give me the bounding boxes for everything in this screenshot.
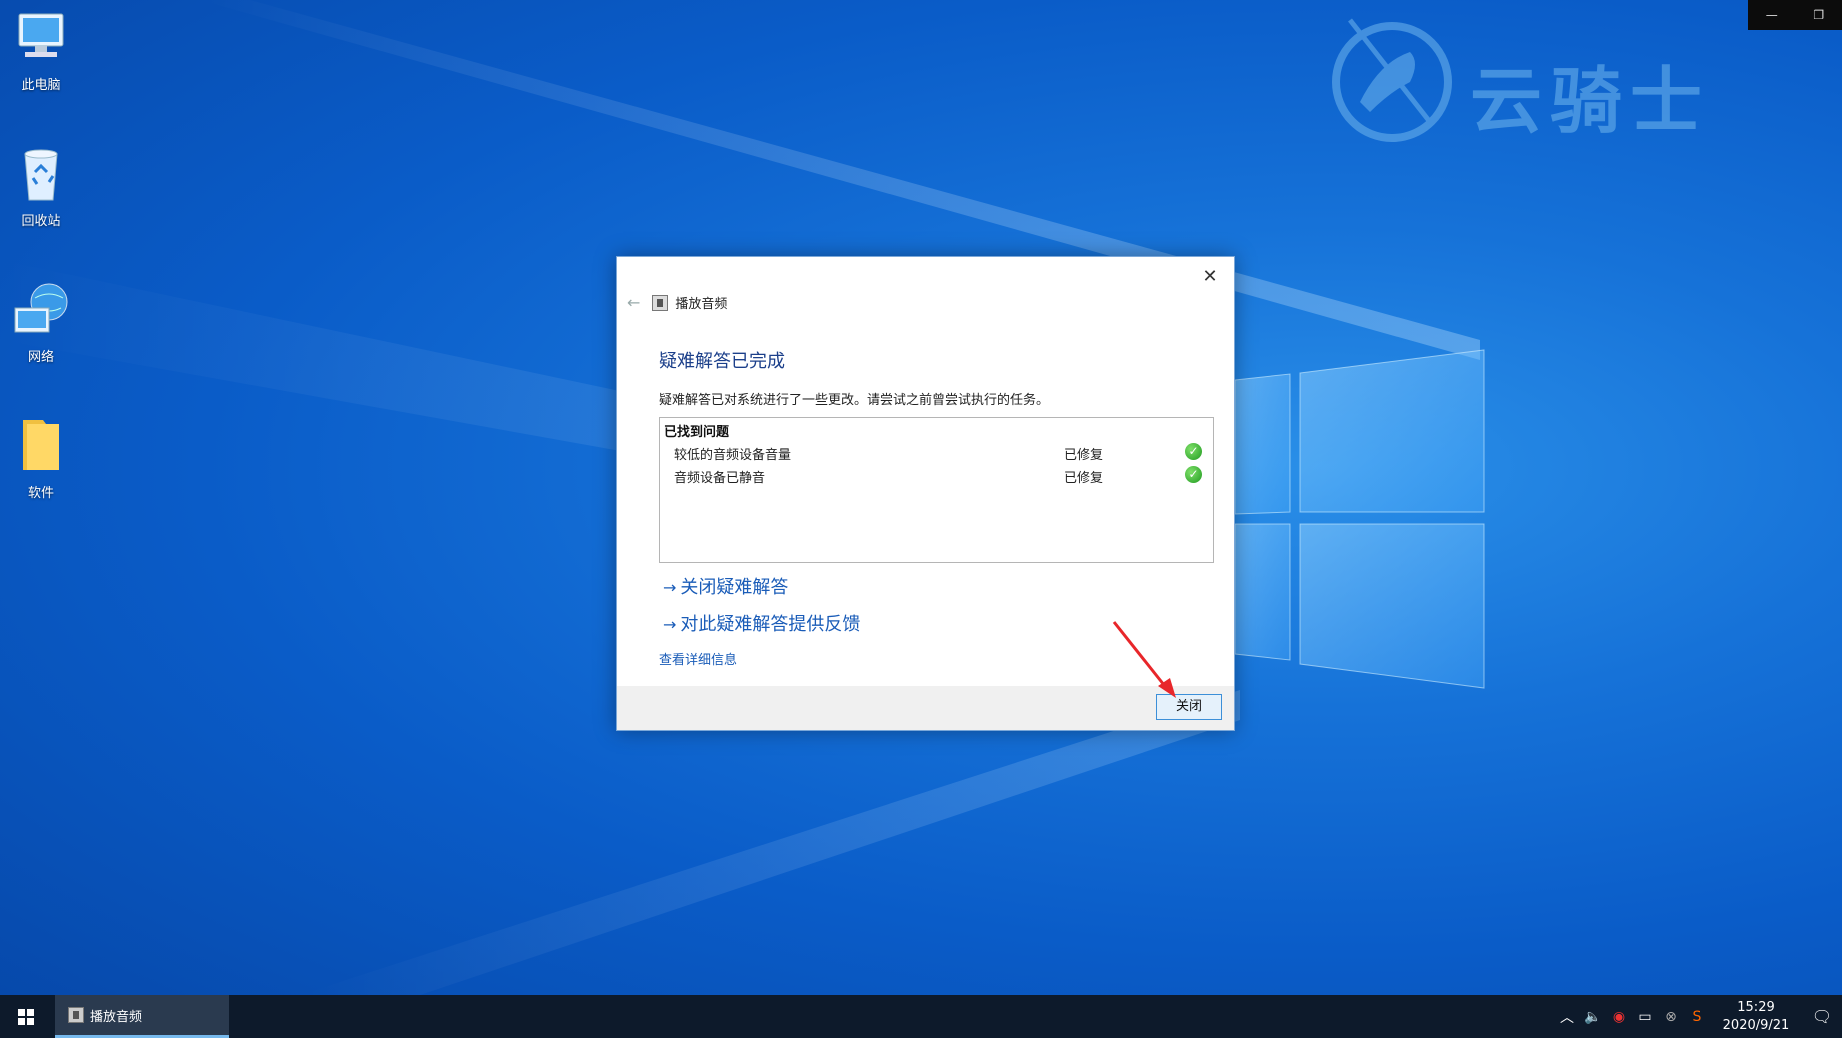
issue-status: 已修复 bbox=[1064, 448, 1104, 463]
start-button[interactable] bbox=[0, 995, 52, 1038]
desktop-icon-label: 此电脑 bbox=[21, 78, 61, 93]
network-tray-icon[interactable]: ▭ bbox=[1632, 1009, 1658, 1025]
clock[interactable]: 15:29 2020/9/21 bbox=[1710, 999, 1802, 1035]
computer-icon bbox=[9, 6, 73, 70]
chevron-up-icon[interactable]: ︿ bbox=[1554, 1007, 1580, 1027]
arrow-right-icon: → bbox=[663, 615, 677, 634]
desktop-icon-label: 软件 bbox=[27, 486, 54, 501]
issue-row: 音频设备已静音 已修复 ✓ bbox=[674, 465, 1204, 487]
speaker-icon[interactable]: 🔈 bbox=[1580, 1009, 1606, 1025]
view-details-link[interactable]: 查看详细信息 bbox=[659, 649, 737, 668]
cancel-circle-icon[interactable]: ⊗ bbox=[1658, 1009, 1684, 1025]
notification-icon[interactable]: 🗨 bbox=[1802, 1007, 1842, 1026]
desktop-icon-label: 网络 bbox=[27, 350, 54, 365]
record-icon[interactable]: ◉ bbox=[1606, 1009, 1632, 1025]
dialog-close-icon[interactable]: ✕ bbox=[1196, 263, 1224, 291]
close-troubleshooter-label: 关闭疑难解答 bbox=[680, 577, 789, 598]
taskbar-app-label: 播放音频 bbox=[90, 1009, 143, 1025]
watermark-logo: 云骑士 bbox=[1330, 12, 1750, 152]
back-arrow-icon[interactable]: ← bbox=[627, 293, 640, 312]
check-icon: ✓ bbox=[1185, 466, 1202, 483]
desktop-icon-recycle-bin[interactable]: 回收站 bbox=[4, 142, 78, 229]
network-icon bbox=[9, 278, 73, 342]
arrow-right-icon: → bbox=[663, 578, 677, 597]
taskbar-app-audio[interactable]: 播放音频 bbox=[55, 995, 229, 1038]
restore-icon[interactable]: ❐ bbox=[1813, 8, 1824, 22]
issue-row: 较低的音频设备音量 已修复 ✓ bbox=[674, 442, 1204, 464]
dialog-nav: ← 播放音频 bbox=[627, 293, 727, 312]
close-troubleshooter-link[interactable]: → 关闭疑难解答 bbox=[663, 573, 788, 599]
watermark-text: 云骑士 bbox=[1470, 58, 1711, 143]
windows-logo-icon bbox=[18, 1008, 34, 1025]
dialog-app-name: 播放音频 bbox=[675, 297, 728, 312]
dialog-footer: 关闭 bbox=[617, 686, 1234, 730]
knight-emblem-icon bbox=[1332, 18, 1452, 142]
issues-list: 已找到问题 较低的音频设备音量 已修复 ✓ 音频设备已静音 已修复 ✓ bbox=[659, 417, 1214, 563]
dialog-title: 疑难解答已完成 bbox=[659, 351, 785, 372]
desktop-icon-network[interactable]: 网络 bbox=[4, 278, 78, 365]
feedback-link[interactable]: → 对此疑难解答提供反馈 bbox=[663, 610, 860, 636]
system-tray: ︿ 🔈 ◉ ▭ ⊗ S 15:29 2020/9/21 🗨 bbox=[1554, 995, 1842, 1038]
desktop-icon-software-folder[interactable]: 软件 bbox=[4, 414, 78, 501]
issue-status: 已修复 bbox=[1064, 471, 1104, 486]
audio-app-icon bbox=[68, 1007, 84, 1023]
minimize-icon[interactable]: — bbox=[1766, 8, 1778, 22]
troubleshooter-dialog: ✕ ← 播放音频 疑难解答已完成 疑难解答已对系统进行了一些更改。请尝试之前曾尝… bbox=[616, 256, 1235, 731]
check-icon: ✓ bbox=[1185, 443, 1202, 460]
close-button[interactable]: 关闭 bbox=[1156, 694, 1222, 720]
overlay-window-controls: — ❐ bbox=[1748, 0, 1842, 30]
folder-icon bbox=[9, 414, 73, 478]
input-method-icon[interactable]: S bbox=[1684, 1009, 1710, 1025]
feedback-label: 对此疑难解答提供反馈 bbox=[680, 614, 861, 635]
dialog-description: 疑难解答已对系统进行了一些更改。请尝试之前曾尝试执行的任务。 bbox=[659, 393, 1050, 408]
desktop-icon-this-pc[interactable]: 此电脑 bbox=[4, 6, 78, 93]
clock-date: 2020/9/21 bbox=[1722, 1017, 1790, 1033]
issue-name: 较低的音频设备音量 bbox=[674, 448, 792, 463]
issues-header: 已找到问题 bbox=[664, 425, 730, 440]
recycle-bin-icon bbox=[9, 142, 73, 206]
clock-time: 15:29 bbox=[1737, 999, 1775, 1015]
issue-name: 音频设备已静音 bbox=[674, 471, 766, 486]
desktop-icon-label: 回收站 bbox=[21, 214, 61, 229]
audio-app-icon bbox=[652, 294, 669, 311]
taskbar: 播放音频 ︿ 🔈 ◉ ▭ ⊗ S 15:29 2020/9/21 🗨 bbox=[0, 995, 1842, 1038]
